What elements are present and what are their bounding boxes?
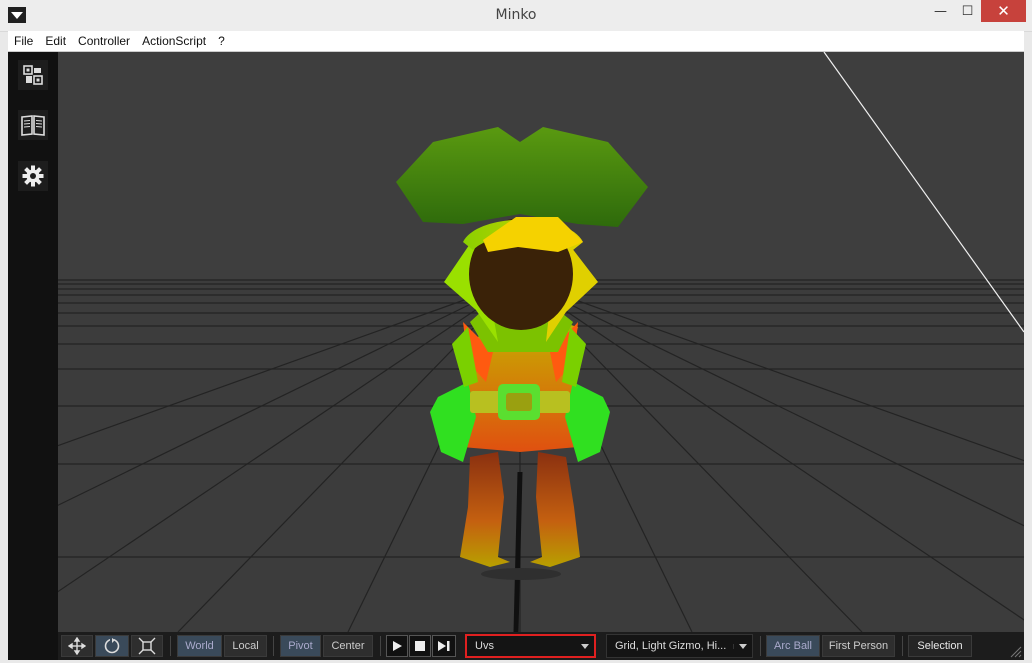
step-icon: [438, 641, 450, 651]
3d-viewport[interactable]: [58, 52, 1024, 632]
menu-bar: File Edit Controller ActionScript ?: [8, 31, 1024, 52]
move-tool-button[interactable]: [61, 635, 93, 657]
scale-tool-button[interactable]: [131, 635, 163, 657]
title-bar: Minko — ☐ ✕: [0, 0, 1032, 32]
separator: [170, 636, 171, 656]
scene-graph-icon: [23, 65, 43, 85]
move-icon: [68, 637, 86, 655]
book-icon: [21, 115, 45, 136]
separator: [380, 636, 381, 656]
world-space-button[interactable]: World: [177, 635, 222, 657]
scene-render: [58, 52, 1024, 632]
stop-button[interactable]: [409, 635, 431, 657]
maximize-button[interactable]: ☐: [954, 0, 981, 22]
arc-ball-camera-button[interactable]: Arc Ball: [766, 635, 820, 657]
bottom-toolbar: World Local Pivot Center Uvs Grid, Light…: [58, 632, 1024, 660]
menu-edit[interactable]: Edit: [39, 31, 72, 51]
step-button[interactable]: [432, 635, 456, 657]
documentation-button[interactable]: [18, 110, 48, 140]
render-mode-value: Uvs: [475, 640, 494, 652]
menu-help[interactable]: ?: [212, 31, 231, 51]
display-options-value: Grid, Light Gizmo, Hi...: [615, 640, 727, 652]
display-options-dropdown[interactable]: Grid, Light Gizmo, Hi...: [606, 634, 753, 658]
selection-button[interactable]: Selection: [908, 635, 972, 657]
menu-file[interactable]: File: [8, 31, 39, 51]
menu-actionscript[interactable]: ActionScript: [136, 31, 212, 51]
stop-icon: [415, 641, 425, 651]
menu-controller[interactable]: Controller: [72, 31, 136, 51]
window-title: Minko: [495, 7, 537, 23]
play-button[interactable]: [386, 635, 408, 657]
render-mode-dropdown[interactable]: Uvs: [465, 634, 596, 658]
separator: [273, 636, 274, 656]
rotate-icon: [104, 637, 120, 654]
resize-grip-icon[interactable]: [1010, 646, 1022, 658]
gear-icon: [22, 165, 44, 187]
close-button[interactable]: ✕: [981, 0, 1026, 22]
pivot-button[interactable]: Pivot: [280, 635, 321, 657]
separator: [902, 636, 903, 656]
separator: [760, 636, 761, 656]
rotate-tool-button[interactable]: [95, 635, 129, 657]
minimize-button[interactable]: —: [927, 0, 954, 22]
first-person-camera-button[interactable]: First Person: [822, 635, 895, 657]
scene-graph-button[interactable]: [18, 60, 48, 90]
application-window: Minko — ☐ ✕ File Edit Controller ActionS…: [0, 0, 1032, 663]
chevron-down-icon: [576, 643, 594, 649]
play-icon: [393, 641, 402, 651]
center-button[interactable]: Center: [323, 635, 373, 657]
settings-button[interactable]: [18, 161, 48, 191]
left-sidebar: [8, 52, 58, 660]
local-space-button[interactable]: Local: [224, 635, 267, 657]
chevron-down-icon: [733, 643, 752, 649]
scale-icon: [138, 637, 156, 655]
